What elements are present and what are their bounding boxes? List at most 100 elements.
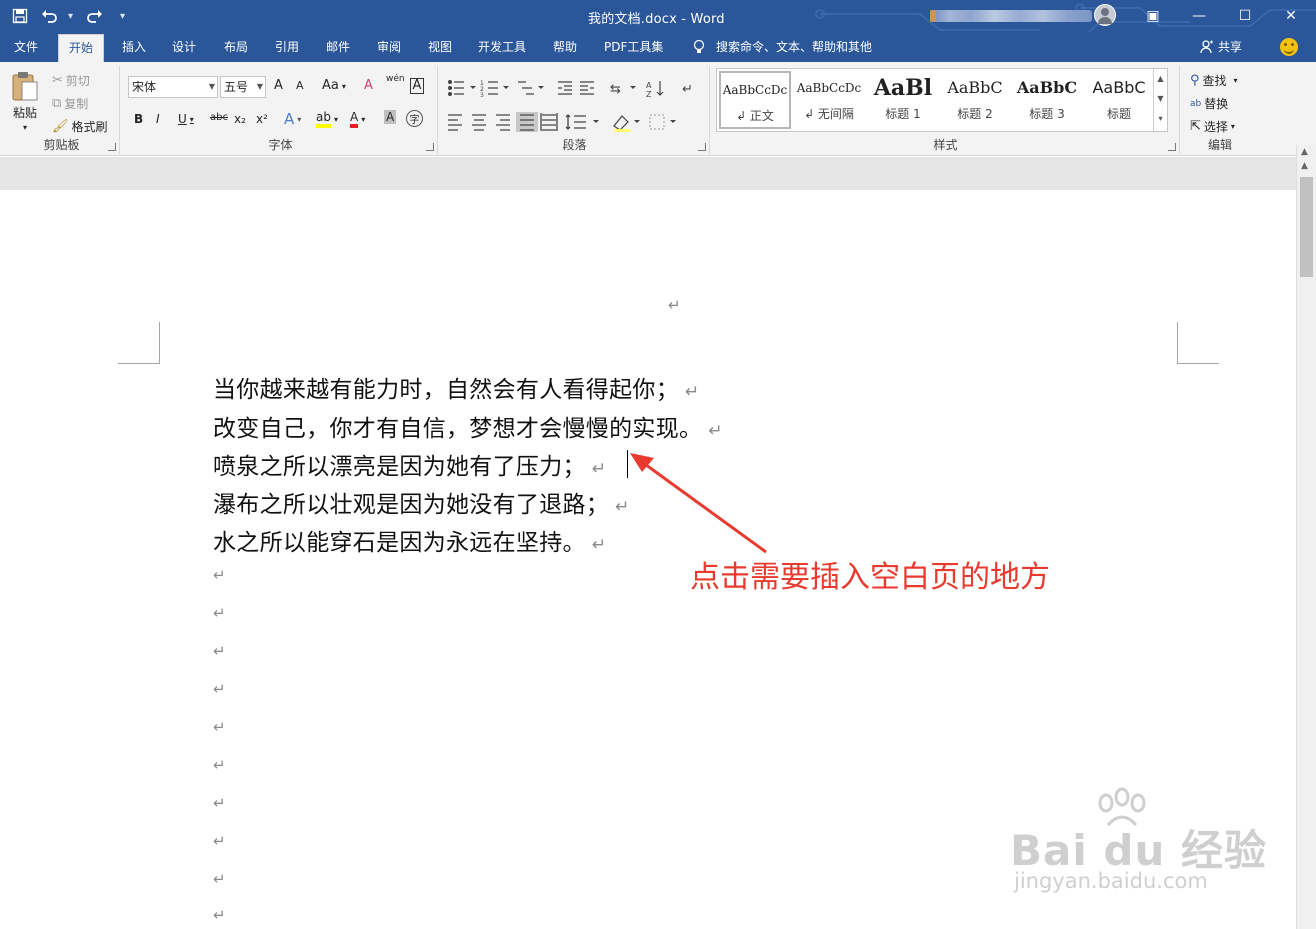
scroll-up-icon[interactable]: ▲ xyxy=(1301,161,1308,171)
select-button[interactable]: ⇱ 选择 ▾ xyxy=(1190,118,1235,135)
style-preview: AaBbCcDc xyxy=(796,81,862,95)
strikethrough-button[interactable]: abc xyxy=(210,112,228,123)
clear-format-button[interactable]: A xyxy=(364,78,373,94)
style-normal[interactable]: AaBbCcDc ↲ 正文 xyxy=(719,71,791,129)
copy-button[interactable]: ⧉ 复制 xyxy=(52,95,88,112)
scroll-thumb[interactable] xyxy=(1300,177,1313,277)
find-button[interactable]: ⚲ 查找 ▾ xyxy=(1190,72,1238,89)
tab-design[interactable]: 设计 xyxy=(162,32,206,62)
phonetic-guide-button[interactable]: wén xyxy=(386,74,405,84)
paragraph-bottom-row xyxy=(448,112,676,132)
tab-review[interactable]: 审阅 xyxy=(367,32,411,62)
styles-scroll[interactable]: ▲ ▼ ▾ xyxy=(1153,69,1167,131)
paste-button[interactable]: 粘贴 ▾ xyxy=(10,70,40,132)
minimize-button[interactable]: — xyxy=(1176,0,1222,32)
format-painter-icon: 🖌 xyxy=(52,118,69,134)
tab-home[interactable]: 开始 xyxy=(58,34,105,62)
tab-developer[interactable]: 开发工具 xyxy=(468,32,536,62)
document-line[interactable]: 瀑布之所以壮观是因为她没有了退路； ↵ xyxy=(213,485,630,519)
tab-pdf-tools[interactable]: PDF工具集 xyxy=(594,32,673,62)
empty-paragraph-mark[interactable]: ↵ xyxy=(213,870,226,888)
tell-me-search[interactable]: 搜索命令、文本、帮助和其他 xyxy=(692,32,872,62)
save-icon[interactable] xyxy=(8,4,32,28)
avatar[interactable] xyxy=(1094,4,1116,26)
chevron-up-icon[interactable]: ▲ xyxy=(1154,69,1167,89)
empty-paragraph-mark[interactable]: ↵ xyxy=(213,906,226,924)
eraser-icon: A xyxy=(364,78,373,93)
document-line[interactable]: 当你越来越有能力时，自然会有人看得起你； ↵ xyxy=(213,370,700,404)
tab-help[interactable]: 帮助 xyxy=(543,32,587,62)
more-styles-icon[interactable]: ▾ xyxy=(1154,109,1167,129)
style-preview: AaBbC xyxy=(947,78,1003,97)
feedback-smiley-icon[interactable] xyxy=(1280,38,1298,56)
search-icon: ⚲ xyxy=(1190,72,1200,88)
tab-insert[interactable]: 插入 xyxy=(112,32,156,62)
change-case-button[interactable]: Aa ▾ xyxy=(322,78,346,94)
tab-file[interactable]: 文件 xyxy=(4,32,48,62)
share-label: 共享 xyxy=(1218,40,1243,54)
format-painter-button[interactable]: 🖌 格式刷 xyxy=(52,118,108,135)
document-line[interactable]: 喷泉之所以漂亮是因为她有了压力； ↵ xyxy=(213,447,606,481)
clipboard-launcher-icon[interactable] xyxy=(108,143,116,151)
char-border-button[interactable]: A xyxy=(410,78,424,94)
empty-paragraph-mark[interactable]: ↵ xyxy=(213,794,226,812)
document-line[interactable]: 水之所以能穿石是因为永远在坚持。 ↵ xyxy=(213,523,606,557)
customize-qat-button[interactable]: ▾ xyxy=(120,11,128,22)
styles-launcher-icon[interactable] xyxy=(1168,143,1176,151)
document-line[interactable]: 改变自己，你才有自信，梦想才会慢慢的实现。 ↵ xyxy=(213,409,723,443)
user-name[interactable] xyxy=(930,10,1092,22)
underline-button[interactable]: U ▾ xyxy=(178,112,194,126)
font-launcher-icon[interactable] xyxy=(426,143,434,151)
replace-button[interactable]: ab 替换 xyxy=(1190,95,1228,112)
empty-paragraph-mark[interactable]: ↵ xyxy=(213,756,226,774)
undo-icon[interactable] xyxy=(38,4,62,28)
font-name-combo[interactable]: 宋体 ▼ xyxy=(128,76,218,98)
share-button[interactable]: 共享 xyxy=(1200,32,1242,62)
highlight-button[interactable]: ab ▾ xyxy=(316,110,338,128)
cut-button[interactable]: ✂ 剪切 xyxy=(52,72,90,89)
maximize-button[interactable]: ☐ xyxy=(1222,0,1268,32)
format-painter-label: 格式刷 xyxy=(71,120,108,134)
font-size-combo[interactable]: 五号 ▼ xyxy=(220,76,266,98)
paragraph-top-row: 123 ⇆ AZ ↵ xyxy=(448,80,693,98)
char-shading-button[interactable]: A xyxy=(384,110,397,124)
font-group-label: 字体 xyxy=(268,138,293,152)
ribbon-display-options-button[interactable]: ▣ xyxy=(1130,0,1176,32)
style-no-spacing[interactable]: AaBbCcDc ↲ 无间隔 xyxy=(793,71,865,129)
text-effects-button[interactable]: A ▾ xyxy=(284,110,301,128)
tab-references[interactable]: 引用 xyxy=(265,32,309,62)
close-button[interactable]: ✕ xyxy=(1268,0,1314,32)
style-heading-1[interactable]: AaBl 标题 1 xyxy=(867,71,939,129)
bold-button[interactable]: B xyxy=(134,112,143,126)
style-heading-3[interactable]: AaBbC 标题 3 xyxy=(1011,71,1083,129)
grow-font-button[interactable]: A xyxy=(274,78,283,94)
paragraph-launcher-icon[interactable] xyxy=(698,143,706,151)
undo-dropdown-icon[interactable]: ▾ xyxy=(68,11,76,22)
line-text: 瀑布之所以壮观是因为她没有了退路； xyxy=(213,492,610,518)
empty-paragraph-mark[interactable]: ↵ xyxy=(213,832,226,850)
subscript-button[interactable]: x₂ xyxy=(234,112,246,126)
char-border-icon: A xyxy=(412,78,422,93)
style-heading-2[interactable]: AaBbC 标题 2 xyxy=(939,71,1011,129)
redo-icon[interactable] xyxy=(82,4,106,28)
style-preview: AaBbCcDc xyxy=(722,83,788,97)
tab-layout[interactable]: 布局 xyxy=(214,32,258,62)
tab-view[interactable]: 视图 xyxy=(418,32,462,62)
empty-paragraph-mark[interactable]: ↵ xyxy=(213,680,226,698)
svg-text:↵: ↵ xyxy=(682,82,693,97)
shrink-font-button[interactable]: A xyxy=(296,78,304,94)
superscript-button[interactable]: x² xyxy=(256,112,268,126)
empty-paragraph-mark[interactable]: ↵ xyxy=(213,642,226,660)
style-title[interactable]: AaBbC 标题 xyxy=(1083,71,1155,129)
vertical-scrollbar[interactable]: ▲ ▲ xyxy=(1296,145,1316,929)
empty-paragraph-mark[interactable]: ↵ xyxy=(213,604,226,622)
tab-mailings[interactable]: 邮件 xyxy=(316,32,360,62)
empty-paragraph-mark[interactable]: ↵ xyxy=(213,718,226,736)
chevron-down-icon[interactable]: ▼ xyxy=(1154,89,1167,109)
font-color-button[interactable]: A ▾ xyxy=(350,110,365,128)
styles-gallery: AaBbCcDc ↲ 正文 AaBbCcDc ↲ 无间隔 AaBl 标题 1 A… xyxy=(716,68,1168,132)
empty-paragraph-mark[interactable]: ↵ xyxy=(213,566,226,584)
enclose-char-button[interactable]: 字 xyxy=(406,110,423,127)
italic-button[interactable]: I xyxy=(156,112,160,126)
scroll-up-icon[interactable]: ▲ xyxy=(1301,147,1308,157)
